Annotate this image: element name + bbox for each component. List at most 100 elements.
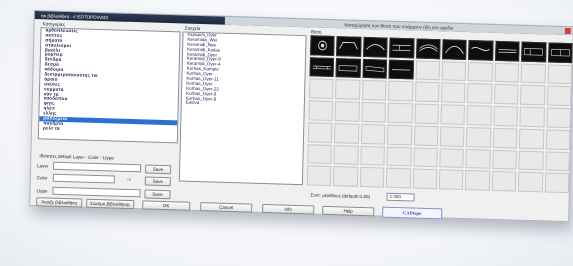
color-field[interactable] — [52, 173, 115, 184]
empty-slot — [519, 106, 545, 128]
block-thumbnail[interactable] — [335, 57, 361, 79]
empty-slot — [307, 122, 333, 143]
empty-slot — [520, 63, 546, 84]
save-ltype-button[interactable]: Save — [144, 189, 171, 200]
empty-slot — [518, 150, 544, 171]
empty-slot — [465, 148, 491, 170]
empty-slot — [518, 171, 543, 193]
empty-slot — [492, 149, 518, 170]
empty-slot — [388, 81, 414, 102]
preview-grid[interactable] — [306, 35, 573, 194]
layer-label: Layer — [37, 163, 49, 169]
categories-header: Κατηγορίες — [42, 21, 66, 27]
open-library-button[interactable]: Άνοιξε βιβλιοθήκη — [36, 197, 83, 208]
empty-slot — [547, 64, 573, 85]
cancel-button[interactable]: Cancel — [200, 202, 253, 213]
color-arrow: -> — [126, 176, 132, 183]
empty-slot — [493, 105, 519, 127]
empty-slot — [544, 151, 570, 172]
empty-slot — [441, 60, 467, 82]
empty-slot — [386, 167, 411, 189]
empty-slot — [412, 168, 438, 190]
ltype-field[interactable] — [52, 186, 141, 198]
empty-slot — [414, 103, 439, 125]
empty-slot — [519, 128, 544, 149]
help-button[interactable]: Help — [322, 205, 375, 217]
block-thumbnail[interactable] — [388, 59, 414, 80]
elements-header: Στοιχεία — [184, 25, 201, 32]
empty-slot — [308, 78, 334, 100]
empty-slot — [438, 169, 464, 190]
empty-slot — [544, 172, 570, 194]
size-label: Συντ. μεγέθους (default=1.00) — [310, 192, 371, 200]
empty-slot — [333, 166, 359, 187]
block-thumbnail[interactable] — [362, 58, 388, 80]
block-thumbnail[interactable] — [494, 40, 520, 62]
empty-slot — [467, 61, 493, 83]
save-library-button[interactable]: Σώσιμο βιβλιοθήκης — [86, 198, 135, 210]
info-button[interactable]: Info — [262, 203, 315, 215]
block-thumbnail[interactable] — [468, 40, 494, 61]
block-thumbnail[interactable] — [309, 57, 335, 78]
empty-slot — [440, 82, 466, 104]
color-label: Color — [36, 175, 48, 181]
empty-slot — [307, 143, 333, 165]
category-list[interactable]: αρθοπλευσεις ακτίτος σήματα σταυλισμοί βασίλ… — [37, 27, 181, 144]
empty-slot — [491, 171, 517, 192]
layer-field[interactable] — [53, 161, 142, 173]
empty-slot — [359, 167, 385, 188]
empty-slot — [387, 124, 412, 145]
empty-slot — [387, 102, 413, 124]
empty-slot — [545, 129, 571, 150]
empty-slot — [439, 147, 465, 169]
empty-slot — [492, 127, 518, 149]
empty-slot — [439, 126, 465, 147]
dialog-subtitle: Καταχώρηση των Block που υπάρχουν ήδη στ… — [224, 16, 573, 36]
block-thumbnail[interactable] — [547, 42, 573, 63]
block-library-dialog: ται βιβλιοθήκη : c:\SDTOPO\ASD\ Καταχώρη… — [29, 10, 573, 223]
empty-slot — [493, 84, 519, 105]
empty-slot — [413, 125, 439, 146]
block-thumbnail[interactable] — [389, 37, 415, 59]
empty-slot — [467, 83, 493, 104]
empty-slot — [412, 147, 438, 168]
save-layer-button[interactable]: Save — [145, 164, 172, 175]
empty-slot — [414, 81, 440, 103]
save-color-button[interactable]: Save — [144, 176, 171, 187]
block-thumbnail[interactable] — [362, 36, 388, 58]
empty-slot — [465, 170, 491, 191]
empty-slot — [546, 107, 571, 129]
empty-slot — [466, 105, 492, 126]
block-thumbnail[interactable] — [415, 38, 441, 59]
empty-slot — [520, 85, 546, 106]
ok-button[interactable]: OK — [142, 200, 191, 211]
close-icon[interactable] — [564, 27, 571, 35]
cadtopo-logo: CADtopo — [382, 206, 443, 220]
empty-slot — [334, 101, 360, 122]
block-thumbnail[interactable] — [310, 35, 335, 56]
empty-slot — [440, 104, 466, 125]
empty-slot — [415, 60, 441, 81]
empty-slot — [334, 122, 360, 144]
empty-slot — [466, 126, 492, 148]
empty-slot — [386, 146, 412, 167]
empty-slot — [308, 100, 334, 121]
layer-settings-heading: Ιδιότητες default Layer - Color - Ltype — [39, 153, 114, 161]
empty-slot — [335, 79, 361, 100]
size-field[interactable]: 1.000 — [386, 192, 415, 202]
empty-slot — [494, 62, 520, 84]
preview-header: Θέση — [310, 29, 322, 35]
block-thumbnail[interactable] — [442, 39, 467, 60]
block-thumbnail[interactable] — [336, 36, 362, 57]
empty-slot — [360, 145, 386, 166]
empty-slot — [546, 85, 572, 107]
ltype-label: Ltype — [36, 188, 48, 194]
element-list[interactable]: Κεραμιδι_Dyer Kerarnida_Wei Kerarnidi_Nee K… — [178, 31, 307, 186]
empty-slot — [360, 123, 386, 145]
empty-slot — [361, 80, 387, 101]
empty-slot — [306, 165, 332, 187]
block-thumbnail[interactable] — [521, 41, 547, 63]
screenshot-stage: ται βιβλιοθήκη : c:\SDTOPO\ASD\ Καταχώρη… — [0, 0, 573, 266]
empty-slot — [361, 102, 387, 123]
empty-slot — [333, 144, 359, 166]
